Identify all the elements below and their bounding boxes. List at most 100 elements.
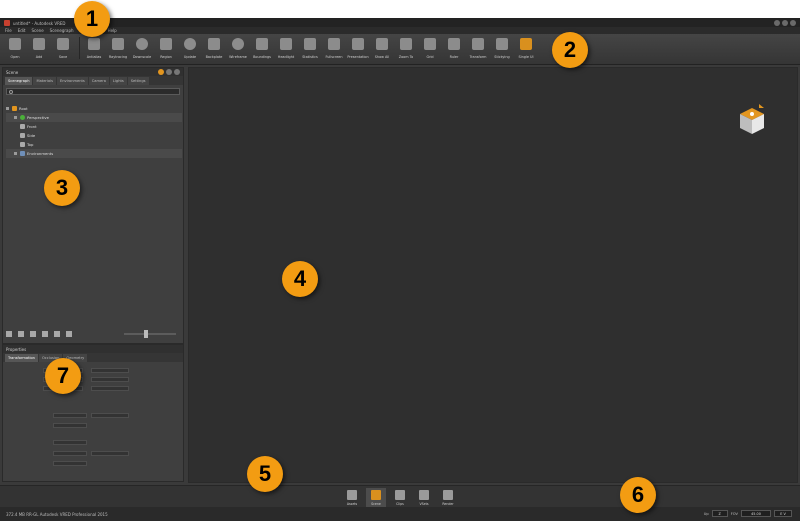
navigation-cube-icon[interactable] bbox=[737, 104, 767, 138]
tree-item-perspective[interactable]: Perspective bbox=[6, 113, 182, 122]
scale-slider-track[interactable] bbox=[124, 333, 176, 335]
minimize-icon[interactable] bbox=[774, 20, 780, 26]
fullscreen-button[interactable]: Fullscreen bbox=[323, 37, 345, 62]
backplate-label: Backplate bbox=[205, 55, 223, 59]
tree-item-side[interactable]: Side bbox=[6, 131, 182, 140]
menu-scene[interactable]: Scene bbox=[31, 28, 43, 33]
home-icon[interactable] bbox=[759, 104, 764, 108]
open-button[interactable]: Open bbox=[4, 37, 26, 62]
boundings-button[interactable]: Boundings bbox=[251, 37, 273, 62]
window-controls bbox=[774, 20, 796, 26]
menu-file[interactable]: File bbox=[5, 28, 12, 33]
property-button[interactable] bbox=[91, 451, 129, 456]
presentation-icon bbox=[352, 38, 364, 50]
property-button[interactable] bbox=[91, 386, 129, 391]
expand-icon[interactable] bbox=[6, 107, 9, 110]
scene-panel-header: Scene bbox=[3, 68, 183, 76]
tree-item-front[interactable]: Front bbox=[6, 122, 182, 131]
tab-camera[interactable]: Camera bbox=[88, 77, 109, 85]
scale-slider-handle[interactable] bbox=[144, 330, 148, 338]
dock-assets-button[interactable]: Assets bbox=[342, 488, 362, 507]
update-button[interactable]: Update bbox=[179, 37, 201, 62]
close-panel-icon[interactable] bbox=[174, 69, 180, 75]
hierarchy-icon[interactable] bbox=[42, 331, 48, 337]
main-toolbar: Open Add Save Antialias Raytracing Downs… bbox=[0, 34, 800, 65]
dock-scene-button[interactable]: Scene bbox=[366, 488, 386, 507]
property-button[interactable] bbox=[91, 368, 129, 373]
tab-transformation[interactable]: Transformation bbox=[5, 354, 38, 362]
property-field[interactable] bbox=[53, 451, 87, 456]
tab-materials[interactable]: Materials bbox=[33, 77, 56, 85]
property-field[interactable] bbox=[53, 461, 87, 466]
scene-panel: Scene Scenegraph Materials Environments … bbox=[2, 67, 184, 344]
tree-item-environments[interactable]: Environments bbox=[6, 149, 182, 158]
front-camera-icon bbox=[20, 124, 25, 129]
close-icon[interactable] bbox=[790, 20, 796, 26]
menu-edit[interactable]: Edit bbox=[18, 28, 26, 33]
wireframe-button[interactable]: Wireframe bbox=[227, 37, 249, 62]
help-icon[interactable] bbox=[158, 69, 164, 75]
property-button[interactable] bbox=[91, 377, 129, 382]
status-text: 372.4 MB RR-GL Autodesk VRED Professiona… bbox=[6, 511, 108, 517]
transform-button[interactable]: Transform bbox=[467, 37, 489, 62]
add-label: Add bbox=[35, 55, 43, 59]
menu-help[interactable]: Help bbox=[108, 28, 117, 33]
show-all-button[interactable]: Show All bbox=[371, 37, 393, 62]
add-button[interactable]: Add bbox=[28, 37, 50, 62]
zoom-to-button[interactable]: Zoom To bbox=[395, 37, 417, 62]
dock-vsets-button[interactable]: VSets bbox=[414, 488, 434, 507]
backplate-button[interactable]: Backplate bbox=[203, 37, 225, 62]
presentation-button[interactable]: Presentation bbox=[347, 37, 369, 62]
save-button[interactable]: Save bbox=[52, 37, 74, 62]
fov-input[interactable]: 45.00 bbox=[741, 510, 771, 517]
property-button[interactable] bbox=[91, 413, 129, 418]
grid-button[interactable]: Grid bbox=[419, 37, 441, 62]
single-ui-icon bbox=[520, 38, 532, 50]
add-node-icon[interactable] bbox=[6, 331, 12, 337]
tab-settings[interactable]: Settings bbox=[127, 77, 149, 85]
stickying-button[interactable]: Stickying bbox=[491, 37, 513, 62]
dock-clips-button[interactable]: Clips bbox=[390, 488, 410, 507]
float-icon[interactable] bbox=[166, 69, 172, 75]
save-label: Save bbox=[58, 55, 68, 59]
view-mode-select[interactable]: E V bbox=[774, 510, 792, 517]
ruler-button[interactable]: Ruler bbox=[443, 37, 465, 62]
dock-render-button[interactable]: Render bbox=[438, 488, 458, 507]
maximize-icon[interactable] bbox=[782, 20, 788, 26]
tab-environments[interactable]: Environments bbox=[56, 77, 88, 85]
antialias-button[interactable]: Antialias bbox=[83, 37, 105, 62]
region-button[interactable]: Region bbox=[155, 37, 177, 62]
scenegraph-tools bbox=[6, 329, 182, 339]
visibility-checkbox[interactable] bbox=[14, 152, 17, 155]
region-icon bbox=[160, 38, 172, 50]
delete-icon[interactable] bbox=[66, 331, 72, 337]
transform-icon bbox=[472, 38, 484, 50]
link-icon[interactable] bbox=[18, 331, 24, 337]
visibility-checkbox[interactable] bbox=[14, 116, 17, 119]
region-label: Region bbox=[160, 55, 172, 59]
tree-item-top[interactable]: Top bbox=[6, 140, 182, 149]
open-label: Open bbox=[10, 55, 20, 59]
up-axis-select[interactable]: Z bbox=[711, 510, 728, 517]
scenegraph-tree: Root Perspective Front Side Top Environm… bbox=[6, 104, 182, 158]
copy-icon[interactable] bbox=[54, 331, 60, 337]
dock-label: VSets bbox=[419, 502, 429, 506]
statistics-button[interactable]: Statistics bbox=[299, 37, 321, 62]
toolbar-separator bbox=[79, 37, 80, 59]
group-icon[interactable] bbox=[30, 331, 36, 337]
property-field[interactable] bbox=[53, 423, 87, 428]
tree-item-root[interactable]: Root bbox=[6, 104, 182, 113]
search-icon bbox=[9, 89, 13, 94]
scenegraph-search-input[interactable] bbox=[6, 88, 180, 95]
property-field[interactable] bbox=[53, 440, 87, 445]
3d-viewport[interactable] bbox=[188, 67, 798, 483]
menu-scenegraph[interactable]: Scenegraph bbox=[50, 28, 74, 33]
downscale-button[interactable]: Downscale bbox=[131, 37, 153, 62]
headlight-button[interactable]: Headlight bbox=[275, 37, 297, 62]
property-field[interactable] bbox=[53, 413, 87, 418]
single-ui-button[interactable]: Single UI bbox=[515, 37, 537, 62]
raytracing-button[interactable]: Raytracing bbox=[107, 37, 129, 62]
tab-lights[interactable]: Lights bbox=[109, 77, 127, 85]
headlight-label: Headlight bbox=[277, 55, 295, 59]
tab-scenegraph[interactable]: Scenegraph bbox=[5, 77, 33, 85]
